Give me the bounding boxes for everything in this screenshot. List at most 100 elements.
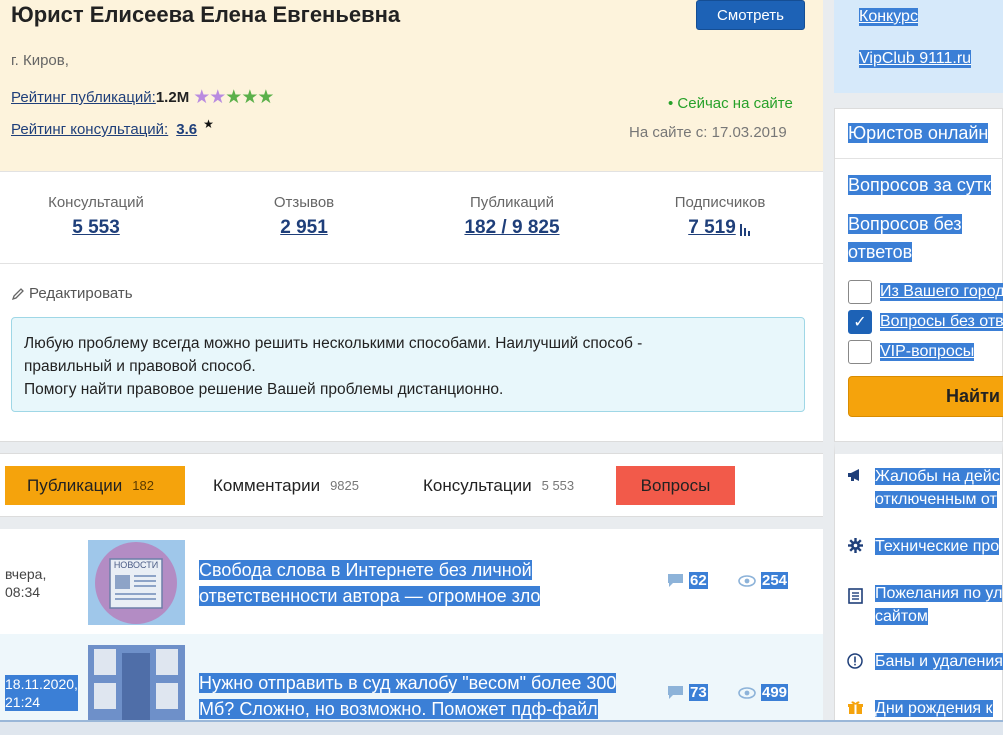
star-icon: ★ <box>257 87 274 108</box>
star-icon: ★ <box>203 116 214 131</box>
profile-header: Юрист Елисеева Елена Евгеньевна Смотреть… <box>0 0 823 171</box>
feed-title-line: Свобода слова в Интернете без личной <box>199 560 532 580</box>
questions-per-day-label: Вопросов за сутк <box>848 175 991 195</box>
menu-label: сайтом <box>875 608 928 625</box>
checkbox-checked[interactable]: ✓ <box>848 310 872 334</box>
consultation-rating: Рейтинг консультаций: 3.6 ★ <box>11 117 214 139</box>
divider <box>835 158 1003 159</box>
menu-birthdays[interactable]: Дни рождения к <box>835 697 1003 720</box>
about-line: правильный и правовой способ. <box>24 358 256 375</box>
menu-label: Жалобы на дейс <box>875 468 1000 485</box>
support-menu: Жалобы на дейс отключенным от Технически… <box>834 442 1003 735</box>
edit-link[interactable]: Редактировать <box>11 285 133 302</box>
stat-value[interactable]: 5 553 <box>40 217 152 239</box>
comment-icon <box>668 686 683 699</box>
unanswered-label: Вопросов без <box>848 214 962 234</box>
menu-label: Пожелания по ул <box>875 585 1003 602</box>
publication-rating-link[interactable]: Рейтинг публикаций: <box>11 89 156 106</box>
about-line: Любую проблему всегда можно решить неско… <box>24 335 643 352</box>
gear-icon <box>847 538 863 553</box>
feed-date-time: 21:24 <box>5 694 41 710</box>
feed-date-day: 18.11.2020, <box>5 676 78 692</box>
tab-label: Публикации <box>27 475 123 495</box>
feed-title-line: Нужно отправить в суд жалобу "весом" бол… <box>199 673 617 693</box>
comment-icon <box>668 574 683 587</box>
views-value: 499 <box>761 684 789 701</box>
newspaper-icon: НОВОСТИ <box>95 542 177 624</box>
publication-rating: Рейтинг публикаций: 1.2M ★★★★★ <box>11 86 274 109</box>
lawyers-online-heading: Юристов онлайн <box>848 123 989 143</box>
filter-your-city[interactable]: Из Вашего город <box>848 280 1003 304</box>
publication-feed: вчера, 08:34 НОВОСТИ Свобода слова в Инт <box>0 529 823 735</box>
content-tabs: Публикации 182 Комментарии 9825 Консульт… <box>0 453 823 517</box>
feed-title[interactable]: Свобода слова в Интернете без личной отв… <box>199 557 541 609</box>
stat-reviews: Отзывов 2 951 <box>268 194 340 239</box>
menu-complaints[interactable]: Жалобы на дейс отключенным от <box>835 465 1003 511</box>
filter-unanswered[interactable]: ✓ Вопросы без отв <box>848 310 1003 334</box>
feed-title-line: ответственности автора — огромное зло <box>199 586 541 606</box>
stat-value[interactable]: 7 519 <box>688 217 736 239</box>
feed-date-day: вчера, <box>5 566 47 582</box>
stat-consultations: Консультаций 5 553 <box>40 194 152 239</box>
menu-label: Технические про <box>875 538 1000 555</box>
stat-value[interactable]: 182 / 9 825 <box>456 217 568 239</box>
tab-publications[interactable]: Публикации 182 <box>5 466 185 505</box>
stat-label: Публикаций <box>469 194 555 211</box>
vipclub-link[interactable]: VipClub 9111.ru <box>859 50 972 68</box>
unanswered-label: ответов <box>848 242 913 262</box>
filter-label: Вопросы без отв <box>880 313 1003 331</box>
questions-per-day: Вопросов за сутк <box>848 170 991 200</box>
stats-bar: Консультаций 5 553 Отзывов 2 951 Публика… <box>0 171 823 264</box>
publication-rating-value: 1.2M <box>155 89 190 106</box>
profile-name: Юрист Елисеева Елена Евгеньевна <box>11 2 401 27</box>
pencil-icon <box>11 287 24 300</box>
comments-count[interactable]: 73 <box>667 684 708 701</box>
stat-subscribers: Подписчиков 7 519 <box>664 194 776 239</box>
rating-stars: ★★★★★ <box>193 86 274 109</box>
stat-publications: Публикаций 182 / 9 825 <box>456 194 568 239</box>
tab-label: Комментарии <box>213 475 321 495</box>
filter-vip[interactable]: VIP-вопросы <box>848 340 975 364</box>
stat-value[interactable]: 2 951 <box>268 217 340 239</box>
bar-chart-icon[interactable] <box>739 224 752 236</box>
on-site-since: На сайте с: 17.03.2019 <box>629 124 787 141</box>
bottom-scroll-strip <box>0 720 1003 735</box>
feed-item[interactable]: вчера, 08:34 НОВОСТИ Свобода слова в Инт <box>0 529 823 634</box>
about-section: Редактировать Любую проблему всегда можн… <box>0 264 823 442</box>
menu-bans[interactable]: Баны и удаления <box>835 650 1003 673</box>
news-thumbnail[interactable]: НОВОСТИ <box>88 540 185 625</box>
menu-label: Дни рождения к <box>875 700 993 717</box>
tab-comments[interactable]: Комментарии 9825 <box>213 466 359 505</box>
about-line: Помогу найти правовое решение Вашей проб… <box>24 381 504 398</box>
views-count: 254 <box>738 572 789 589</box>
checkbox[interactable] <box>848 280 872 304</box>
comments-count[interactable]: 62 <box>667 572 708 589</box>
feed-title[interactable]: Нужно отправить в суд жалобу "весом" бол… <box>199 670 617 722</box>
consultation-rating-link[interactable]: Рейтинг консультаций: <box>11 121 168 138</box>
checkbox[interactable] <box>848 340 872 364</box>
edit-label: Редактировать <box>29 285 133 302</box>
tab-label: Консультации <box>423 475 532 495</box>
watch-button[interactable]: Смотреть <box>696 0 805 30</box>
comments-value: 73 <box>689 684 708 701</box>
feed-date: вчера, 08:34 <box>5 565 46 601</box>
tab-consultations[interactable]: Консультации 5 553 <box>423 466 574 505</box>
views-count: 499 <box>738 684 789 701</box>
gift-icon <box>847 701 863 714</box>
star-icon: ★ <box>209 87 226 108</box>
consultation-rating-value[interactable]: 3.6 <box>176 121 197 138</box>
online-status: • Сейчас на сайте <box>668 95 793 112</box>
find-button[interactable]: Найти <box>848 376 1003 417</box>
stat-label: Отзывов <box>273 194 335 211</box>
thumb-text: НОВОСТИ <box>114 560 158 570</box>
menu-technical[interactable]: Технические про <box>835 535 1003 558</box>
feed-date: 18.11.2020, 21:24 <box>5 675 78 711</box>
megaphone-icon <box>848 469 859 481</box>
filter-label: VIP-вопросы <box>880 343 975 361</box>
contest-link[interactable]: Конкурс <box>859 8 918 26</box>
menu-suggestions[interactable]: Пожелания по ул сайтом <box>835 582 1003 628</box>
document-icon <box>847 588 863 604</box>
tab-questions[interactable]: Вопросы <box>616 466 735 505</box>
views-value: 254 <box>761 572 789 589</box>
profile-city: г. Киров, <box>11 52 69 69</box>
